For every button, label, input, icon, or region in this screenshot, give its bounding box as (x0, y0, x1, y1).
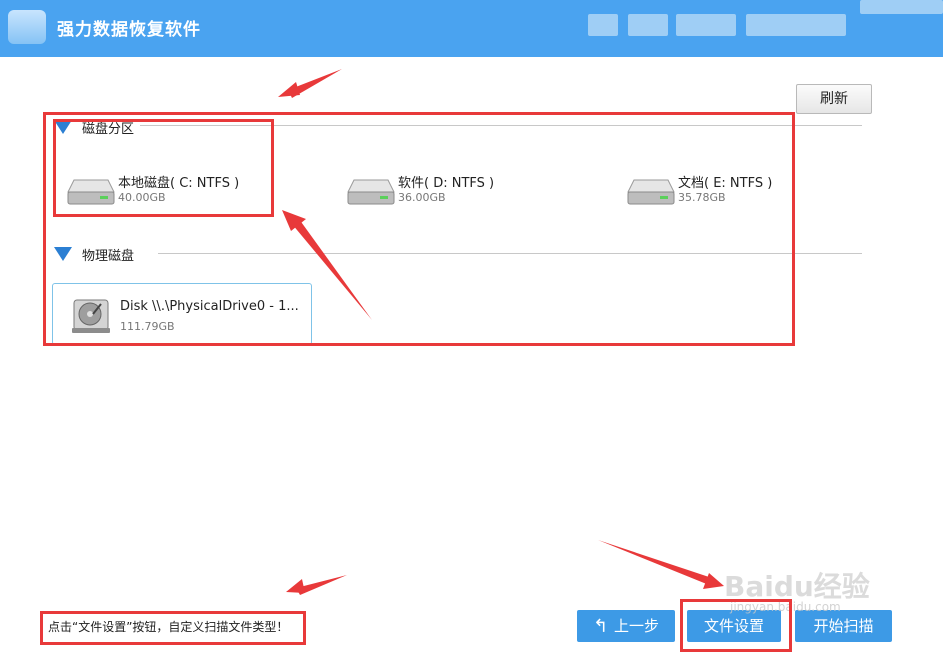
annotation-arrow-icon (703, 573, 724, 589)
annotation-arrow-icon (278, 82, 300, 97)
annotation-arrow-icon (598, 540, 712, 585)
annotation-arrow-icon (292, 219, 372, 320)
annotation-arrows (278, 69, 724, 595)
annotation-arrow-icon (286, 579, 305, 593)
